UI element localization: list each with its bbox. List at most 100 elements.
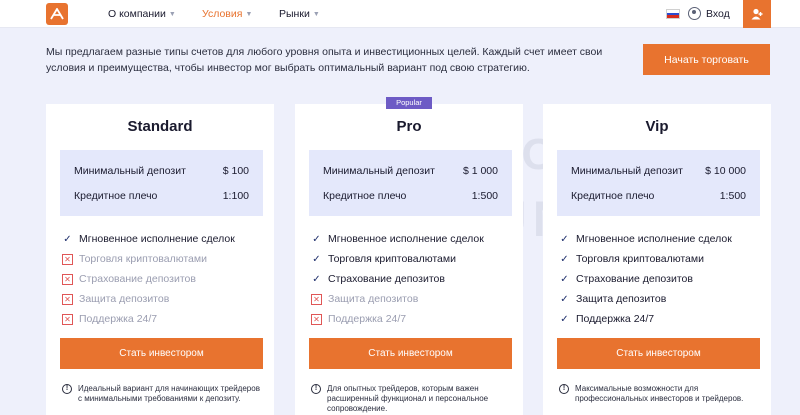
check-icon: ✓ [312, 253, 321, 265]
feature-item: ✓ Мгновенное исполнение сделок [559, 229, 764, 249]
plan-card-pro: Pro Минимальный депозит $ 1 000 Кредитно… [295, 104, 523, 415]
plan-stats: Минимальный депозит $ 10 000 Кредитное п… [557, 150, 760, 216]
check-icon: ✓ [312, 233, 321, 245]
feature-text: Защита депозитов [79, 293, 170, 305]
cross-icon: ✕ [62, 293, 73, 305]
login-link[interactable]: Вход [688, 7, 730, 20]
feature-text: Поддержка 24/7 [79, 313, 158, 325]
feature-item: ✕ Защита депозитов [311, 289, 516, 309]
popular-badge: Popular [386, 97, 432, 109]
stat-row-leverage: Кредитное плечо 1:100 [74, 183, 249, 208]
feature-text: Мгновенное исполнение сделок [79, 233, 235, 245]
intro-text: Мы предлагаем разные типы счетов для люб… [46, 46, 603, 74]
user-icon [688, 7, 701, 20]
feature-text: Защита депозитов [576, 293, 667, 305]
feature-list: ✓ Мгновенное исполнение сделок ✕ Торговля … [62, 229, 267, 329]
plan-note-text: Для опытных трейдеров, которым важен рас… [327, 384, 489, 413]
feature-item: ✕ Поддержка 24/7 [311, 309, 516, 329]
users-button[interactable] [743, 0, 771, 28]
plan-note-text: Максимальные возможности для профессиона… [575, 384, 744, 403]
cross-icon: ✕ [62, 253, 73, 265]
info-icon: ! [311, 384, 321, 394]
stat-row-deposit: Минимальный депозит $ 100 [74, 158, 249, 183]
feature-item: ✕ Торговля криптовалютами [62, 249, 267, 269]
become-investor-button[interactable]: Стать инвестором [557, 338, 760, 369]
cross-icon: ✕ [311, 293, 322, 305]
stat-row-deposit: Минимальный депозит $ 1 000 [323, 158, 498, 183]
nav-about[interactable]: О компании ▼ [108, 8, 176, 20]
check-icon: ✓ [560, 313, 569, 325]
stat-label: Кредитное плечо [571, 189, 655, 202]
become-investor-button[interactable]: Стать инвестором [60, 338, 263, 369]
plan-note: ! Идеальный вариант для начинающих трейд… [62, 384, 262, 404]
feature-text: Страхование депозитов [328, 273, 445, 285]
chevron-down-icon: ▼ [245, 10, 253, 18]
feature-item: ✓ Мгновенное исполнение сделок [62, 229, 267, 249]
feature-item: ✓ Страхование депозитов [311, 269, 516, 289]
info-icon: ! [559, 384, 569, 394]
feature-list: ✓ Мгновенное исполнение сделок ✓ Торговля … [559, 229, 764, 329]
feature-item: ✓ Защита депозитов [559, 289, 764, 309]
stat-value: $ 1 000 [462, 164, 498, 177]
stat-label: Кредитное плечо [74, 189, 158, 202]
plan-title: Pro [396, 118, 422, 135]
stat-value: 1:500 [471, 189, 498, 202]
plan-stats: Минимальный депозит $ 100 Кредитное плеч… [60, 150, 263, 216]
feature-text: Мгновенное исполнение сделок [576, 233, 732, 245]
feature-text: Поддержка 24/7 [328, 313, 407, 325]
logo-icon[interactable] [46, 3, 68, 25]
stat-label: Минимальный депозит [74, 164, 186, 177]
feature-text: Мгновенное исполнение сделок [328, 233, 484, 245]
plan-title: Standard [127, 118, 193, 135]
feature-item: ✓ Мгновенное исполнение сделок [311, 229, 516, 249]
check-icon: ✓ [560, 293, 569, 305]
plan-note: ! Для опытных трейдеров, которым важен р… [311, 384, 511, 414]
nav-conditions-label: Условия [202, 8, 243, 20]
plan-card-vip: Vip Минимальный депозит $ 10 000 Кредитн… [543, 104, 771, 415]
ru-flag-icon[interactable] [666, 9, 680, 19]
stat-value: $ 10 000 [705, 164, 746, 177]
feature-item: ✓ Страхование депозитов [559, 269, 764, 289]
feature-text: Торговля криптовалютами [79, 253, 207, 265]
start-trading-button[interactable]: Начать торговать [643, 44, 770, 75]
check-icon: ✓ [63, 233, 72, 245]
stat-value: $ 100 [222, 164, 249, 177]
cross-icon: ✕ [62, 313, 73, 325]
feature-text: Торговля криптовалютами [328, 253, 456, 265]
feature-text: Торговля криптовалютами [576, 253, 704, 265]
nav-markets-label: Рынки [279, 8, 310, 20]
plan-title: Vip [645, 118, 669, 135]
stat-row-deposit: Минимальный депозит $ 10 000 [571, 158, 746, 183]
stat-value: 1:100 [222, 189, 249, 202]
info-icon: ! [62, 384, 72, 394]
plan-card-standard: Standard Минимальный депозит $ 100 Креди… [46, 104, 274, 415]
stat-row-leverage: Кредитное плечо 1:500 [323, 183, 498, 208]
stat-row-leverage: Кредитное плечо 1:500 [571, 183, 746, 208]
check-icon: ✓ [560, 253, 569, 265]
feature-text: Поддержка 24/7 [576, 313, 655, 325]
stat-value: 1:500 [719, 189, 746, 202]
plan-note: ! Максимальные возможности для профессио… [559, 384, 759, 404]
feature-item: ✓ Поддержка 24/7 [559, 309, 764, 329]
users-icon [751, 8, 762, 20]
plan-note-text: Идеальный вариант для начинающих трейдер… [78, 384, 260, 403]
feature-text: Страхование депозитов [79, 273, 196, 285]
login-label: Вход [706, 7, 730, 20]
check-icon: ✓ [560, 273, 569, 285]
chevron-down-icon: ▼ [312, 10, 320, 18]
feature-item: ✕ Поддержка 24/7 [62, 309, 267, 329]
stat-label: Минимальный депозит [323, 164, 435, 177]
nav-about-label: О компании [108, 8, 166, 20]
feature-item: ✓ Торговля криптовалютами [559, 249, 764, 269]
become-investor-button[interactable]: Стать инвестором [309, 338, 512, 369]
nav-conditions[interactable]: Условия ▼ [202, 8, 252, 20]
feature-item: ✕ Защита депозитов [62, 289, 267, 309]
stat-label: Минимальный депозит [571, 164, 683, 177]
feature-text: Страхование депозитов [576, 273, 693, 285]
cross-icon: ✕ [311, 313, 322, 325]
check-icon: ✓ [312, 273, 321, 285]
plan-stats: Минимальный депозит $ 1 000 Кредитное пл… [309, 150, 512, 216]
nav-markets[interactable]: Рынки ▼ [279, 8, 320, 20]
cross-icon: ✕ [62, 273, 73, 285]
feature-item: ✓ Торговля криптовалютами [311, 249, 516, 269]
